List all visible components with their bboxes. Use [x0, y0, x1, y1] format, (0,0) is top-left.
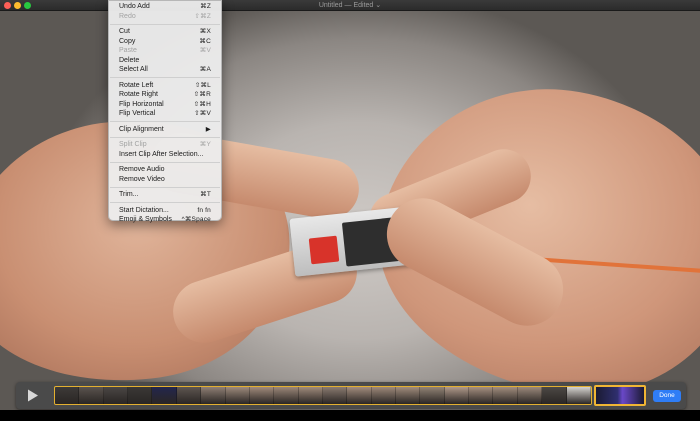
trim-toolbar: Done — [16, 382, 686, 409]
filmstrip-thumbnail — [371, 387, 397, 404]
filmstrip-thumbnail — [469, 387, 494, 404]
filmstrip-thumbnail — [128, 387, 153, 404]
menu-item-split-clip[interactable]: Split Clip ⌘Y — [109, 140, 221, 150]
filmstrip-thumbnail — [444, 387, 470, 404]
play-button[interactable] — [27, 389, 39, 402]
menu-item-shortcut: ⌘T — [200, 191, 211, 198]
menu-item-label: Clip Alignment — [119, 125, 164, 133]
filmstrip-thumbnail — [493, 387, 518, 404]
menu-item-redo[interactable]: Redo ⇧⌘Z — [109, 12, 221, 22]
menu-item-rotate-right[interactable]: Rotate Right ⇧⌘R — [109, 90, 221, 100]
menu-item-trim[interactable]: Trim... ⌘T — [109, 190, 221, 200]
menu-item-cut[interactable]: Cut ⌘X — [109, 27, 221, 37]
filmstrip-thumbnail — [420, 387, 445, 404]
menu-item-label: Delete — [119, 56, 140, 64]
menu-item-label: Copy — [119, 37, 136, 45]
menu-item-start-dictation[interactable]: Start Dictation... fn fn — [109, 206, 221, 216]
filmstrip-thumbnail — [201, 387, 226, 404]
menu-separator — [110, 136, 220, 138]
menu-item-shortcut: ⌘Y — [199, 141, 211, 148]
filmstrip-thumbnail — [152, 387, 177, 404]
menu-item-select-all[interactable]: Select All ⌘A — [109, 65, 221, 75]
menu-item-flip-vertical[interactable]: Flip Vertical ⇧⌘V — [109, 109, 221, 119]
filmstrip-thumbnail — [566, 387, 591, 404]
filmstrip-thumbnail — [103, 387, 129, 404]
filmstrip-thumbnail — [55, 387, 80, 404]
video-frame — [0, 11, 700, 410]
menu-separator — [110, 161, 220, 163]
menu-item-flip-horizontal[interactable]: Flip Horizontal ⇧⌘H — [109, 100, 221, 110]
filmstrip-thumbnail — [79, 387, 104, 404]
menu-item-shortcut: ⌘X — [199, 28, 211, 35]
menu-item-shortcut: fn fn — [197, 206, 211, 214]
menu-item-undo-add[interactable]: Undo Add ⌘Z — [109, 2, 221, 12]
menu-item-label: Emoji & Symbols — [119, 216, 172, 223]
menu-separator — [110, 121, 220, 122]
filmstrip-thumbnail — [396, 387, 421, 404]
menu-item-label: Undo Add — [119, 3, 150, 10]
window-titlebar: Untitled — Edited ⌄ — [0, 0, 700, 11]
menu-item-shortcut: ^⌘Space — [181, 216, 211, 223]
filmstrip-thumbnail — [225, 387, 250, 404]
done-button[interactable]: Done — [653, 390, 681, 402]
menu-item-delete[interactable]: Delete — [109, 56, 221, 66]
menu-item-copy[interactable]: Copy ⌘C — [109, 37, 221, 47]
menu-item-shortcut: ⌘A — [199, 66, 211, 73]
menu-item-rotate-left[interactable]: Rotate Left ⇧⌘L — [109, 81, 221, 91]
menu-item-label: Insert Clip After Selection... — [119, 150, 204, 158]
menu-item-label: Start Dictation... — [119, 206, 169, 214]
menu-item-shortcut: ⇧⌘L — [194, 81, 211, 89]
menu-separator — [110, 77, 220, 78]
menu-item-shortcut: ⇧⌘H — [193, 100, 211, 108]
menu-item-label: Flip Vertical — [119, 110, 156, 117]
menu-item-label: Rotate Right — [119, 91, 158, 98]
filmstrip-thumbnail — [322, 387, 348, 404]
filmstrip-thumbnail — [517, 387, 543, 404]
filmstrip-thumbnail — [249, 387, 275, 404]
menu-item-shortcut: ⌘V — [199, 47, 211, 54]
filmstrip-thumbnail — [176, 387, 202, 404]
menu-item-label: Paste — [119, 47, 137, 54]
menu-item-shortcut: ⌘Z — [200, 3, 211, 10]
menu-item-remove-video[interactable]: Remove Video — [109, 175, 221, 185]
menu-separator — [110, 186, 220, 188]
filmstrip-thumbnail — [274, 387, 299, 404]
sd-card-label-image — [308, 235, 340, 265]
menu-item-shortcut: ⇧⌘Z — [194, 12, 211, 20]
menu-item-shortcut: ▶ — [205, 125, 211, 133]
window-title[interactable]: Untitled — Edited ⌄ — [0, 1, 700, 10]
menu-item-label: Redo — [119, 12, 136, 20]
filmstrip[interactable] — [54, 386, 592, 405]
menu-item-shortcut: ⇧⌘V — [194, 110, 211, 117]
filmstrip-thumbnail — [542, 387, 567, 404]
menu-item-label: Rotate Left — [119, 81, 154, 89]
menu-item-paste[interactable]: Paste ⌘V — [109, 46, 221, 56]
menu-item-label: Remove Audio — [119, 166, 165, 173]
menu-item-label: Trim... — [119, 191, 139, 198]
menu-item-label: Split Clip — [119, 141, 147, 148]
menu-item-insert-clip-after-selection[interactable]: Insert Clip After Selection... — [109, 150, 221, 160]
menu-separator — [110, 23, 220, 25]
menu-item-label: Cut — [119, 28, 130, 35]
menu-item-emoji-symbols[interactable]: Emoji & Symbols ^⌘Space — [109, 215, 221, 225]
menu-separator — [110, 202, 220, 203]
menu-item-clip-alignment[interactable]: Clip Alignment ▶ — [109, 125, 221, 135]
menu-item-label: Select All — [119, 66, 148, 73]
context-menu: Undo Add ⌘Z Redo ⇧⌘Z Cut ⌘X Copy ⌘C Paste ⌘V Delet… — [108, 0, 222, 223]
menu-item-remove-audio[interactable]: Remove Audio — [109, 165, 221, 175]
filmstrip-thumbnail — [347, 387, 372, 404]
filmstrip-thumbnail — [298, 387, 323, 404]
menu-item-label: Flip Horizontal — [119, 100, 164, 108]
menu-item-shortcut: ⌘C — [199, 37, 211, 45]
play-icon — [28, 389, 38, 402]
menu-item-label: Remove Video — [119, 175, 165, 183]
menu-item-shortcut: ⇧⌘R — [193, 91, 211, 98]
selected-clip[interactable] — [594, 385, 646, 406]
